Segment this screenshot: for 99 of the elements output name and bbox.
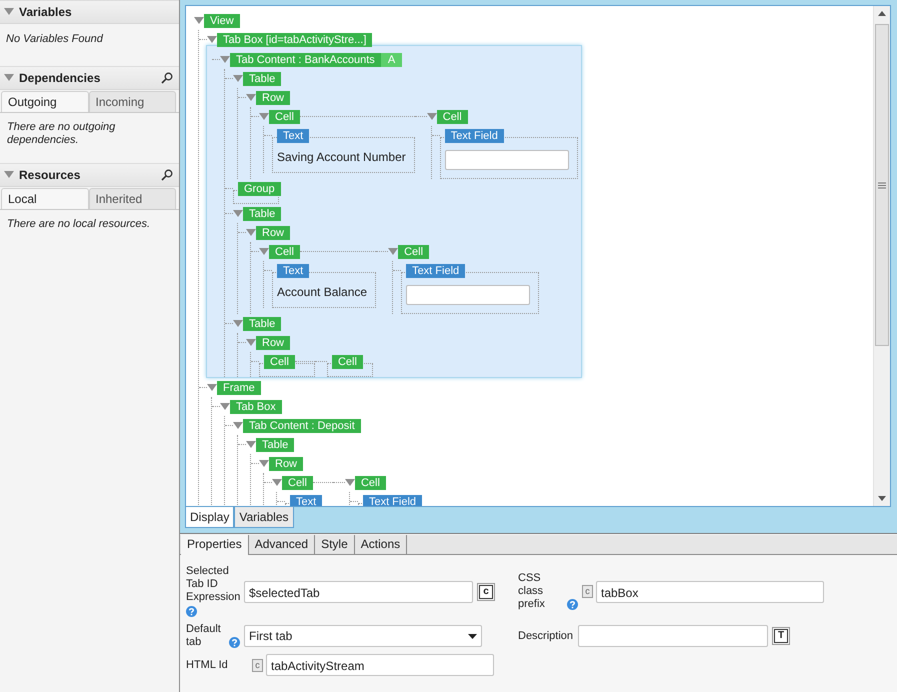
collapse-icon[interactable]: [259, 112, 269, 120]
tab[interactable]: Outgoing: [1, 91, 88, 112]
tab[interactable]: Variables: [234, 507, 294, 528]
node-label[interactable]: Table: [243, 72, 282, 86]
tab[interactable]: Inherited: [88, 188, 176, 209]
tab[interactable]: Advanced: [248, 535, 316, 554]
node-label[interactable]: Row: [256, 336, 290, 350]
field-label: CSS class prefix: [518, 572, 546, 611]
collapse-icon[interactable]: [246, 440, 256, 448]
node-label[interactable]: Row: [256, 226, 290, 240]
node-label[interactable]: Text: [290, 494, 322, 506]
collapse-icon[interactable]: [246, 228, 256, 236]
collapse-icon[interactable]: [246, 94, 256, 102]
node-label[interactable]: Cell: [264, 354, 295, 368]
node-label[interactable]: Text Field: [406, 264, 466, 278]
collapse-icon[interactable]: [4, 171, 14, 179]
collapse-icon[interactable]: [272, 478, 282, 486]
section-title: Dependencies: [19, 71, 102, 85]
empty-message: No Variables Found: [5, 32, 104, 47]
help-icon[interactable]: [186, 606, 197, 617]
help-icon[interactable]: [229, 637, 240, 648]
node-label[interactable]: Tab Content : Deposit: [243, 418, 361, 432]
collapse-icon[interactable]: [220, 56, 230, 64]
input-field[interactable]: tabActivityStream: [266, 654, 494, 676]
node-label[interactable]: Text: [277, 128, 310, 142]
input-field[interactable]: [444, 150, 569, 170]
collapse-icon[interactable]: [233, 74, 243, 82]
field-label: Selected Tab ID Expression: [186, 565, 242, 604]
dropdown[interactable]: First tab: [244, 625, 482, 647]
node-label[interactable]: Row: [256, 90, 290, 104]
node-label[interactable]: View: [204, 14, 240, 28]
node-label[interactable]: Row: [269, 456, 304, 470]
node-label[interactable]: Cell: [398, 244, 430, 258]
node-label[interactable]: Cell: [269, 110, 300, 124]
input-field[interactable]: [578, 625, 768, 647]
caret-icon: [468, 634, 477, 638]
section-title: Resources: [19, 168, 82, 182]
section-header[interactable]: Resources: [0, 163, 179, 187]
expression-marker: c: [582, 585, 593, 598]
node-label[interactable]: Table: [256, 438, 294, 452]
section-header[interactable]: Dependencies: [0, 66, 179, 90]
expression-marker: c: [252, 658, 263, 672]
collapse-icon[interactable]: [344, 478, 355, 486]
scrollbar-thumb[interactable]: [875, 24, 889, 346]
tab[interactable]: Style: [315, 535, 355, 554]
expression-button[interactable]: c: [479, 584, 493, 598]
tab[interactable]: Properties: [181, 535, 249, 555]
field-label: Default tab: [186, 623, 222, 649]
node-label[interactable]: Cell: [332, 354, 363, 368]
collapse-icon[interactable]: [220, 402, 230, 410]
input-field[interactable]: tabBox: [596, 580, 824, 602]
node-label[interactable]: Cell: [269, 244, 300, 258]
collapse-icon[interactable]: [4, 74, 14, 82]
label-text: Saving Account Number: [277, 150, 406, 164]
node-label[interactable]: Tab Box [id=tabActivityStre...]: [217, 32, 372, 46]
expression-button[interactable]: T: [774, 629, 788, 643]
selection-panel[interactable]: Tab Content : BankAccounts A Table Row Cell Text Saving Account Number Cell Text Field Group Table Row Cell Text Account Balance Cell Text Field Table Row Cell Cell: [206, 45, 582, 378]
node-label[interactable]: Text Field: [444, 128, 504, 142]
node-label[interactable]: Group: [238, 182, 281, 196]
label-text: Account Balance: [277, 285, 368, 299]
node-badge: A: [380, 52, 402, 66]
scrollbar[interactable]: [873, 6, 890, 506]
empty-message: There are no outgoing dependencies.: [6, 120, 116, 148]
field-label: HTML Id: [186, 658, 228, 672]
collapse-icon[interactable]: [259, 460, 269, 468]
search-icon[interactable]: [161, 72, 173, 84]
grip-icon: [878, 182, 886, 188]
node-label[interactable]: Table: [243, 206, 282, 220]
collapse-icon[interactable]: [426, 112, 437, 120]
collapse-icon[interactable]: [194, 16, 204, 24]
node-label[interactable]: Table: [243, 316, 282, 330]
collapse-icon[interactable]: [233, 320, 243, 328]
tab[interactable]: Display: [185, 507, 234, 528]
node-label[interactable]: Text Field: [362, 494, 422, 506]
empty-message: There are no local resources.: [6, 217, 152, 232]
input-field[interactable]: $selectedTab: [244, 580, 473, 602]
search-icon[interactable]: [161, 169, 173, 181]
tab[interactable]: Local: [1, 188, 88, 209]
section-title: Variables: [19, 5, 73, 19]
collapse-icon[interactable]: [246, 338, 256, 346]
field-label: Description: [518, 630, 574, 642]
node-label[interactable]: Tab Content : BankAccounts: [230, 52, 381, 66]
node-label[interactable]: Cell: [354, 476, 386, 490]
tab[interactable]: Actions: [354, 535, 408, 554]
input-field[interactable]: [406, 285, 530, 305]
node-label[interactable]: Tab Box: [230, 400, 282, 414]
node-label[interactable]: Cell: [282, 476, 313, 490]
collapse-icon[interactable]: [259, 248, 269, 256]
section-header[interactable]: Variables: [0, 0, 179, 24]
node-label[interactable]: Text: [277, 264, 310, 278]
help-icon[interactable]: [567, 599, 578, 610]
collapse-icon[interactable]: [207, 384, 217, 392]
node-label[interactable]: Cell: [436, 110, 468, 124]
node-label[interactable]: Frame: [217, 380, 261, 394]
collapse-icon[interactable]: [233, 422, 243, 430]
collapse-icon[interactable]: [233, 210, 243, 218]
tab[interactable]: Incoming: [88, 91, 176, 112]
collapse-icon[interactable]: [388, 248, 398, 256]
collapse-icon[interactable]: [4, 8, 14, 16]
